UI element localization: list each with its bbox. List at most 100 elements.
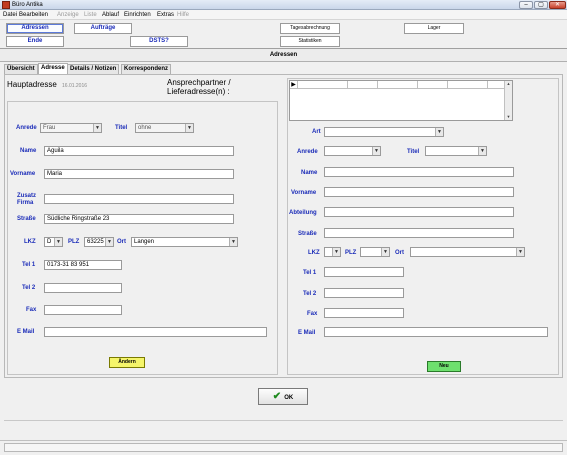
contacts-grid[interactable]: ▶ (289, 80, 513, 121)
name-field[interactable]: Aguila (44, 146, 234, 156)
plz-label-right: PLZ (345, 250, 357, 256)
ansprechpartner-title: Ansprechpartner / Lieferadresse(n) : (167, 78, 231, 96)
grid-scrollbar[interactable]: ▲ ▼ (504, 81, 512, 120)
chevron-down-icon: ▼ (54, 238, 62, 246)
lkz-select-right[interactable]: ▼ (324, 247, 341, 257)
chevron-down-icon: ▼ (93, 124, 101, 132)
fax-field-right[interactable] (324, 308, 404, 318)
scroll-up-icon[interactable]: ▲ (505, 81, 512, 87)
name-label-right: Name (301, 170, 318, 176)
menu-bearbeiten[interactable]: Bearbeiten (19, 11, 48, 19)
strasse-field[interactable]: Südliche Ringstraße 23 (44, 214, 234, 224)
grid-header-cell[interactable] (348, 81, 378, 89)
email-label: E Mail (17, 329, 35, 335)
section-header: Adressen (0, 49, 567, 62)
tel1-field[interactable]: 0173-31 83 951 (44, 260, 122, 270)
maximize-button[interactable]: ▢ (534, 1, 548, 9)
neu-button[interactable]: Neu (427, 361, 461, 372)
hauptadresse-date: 16.01.2016 (62, 83, 88, 89)
scroll-down-icon[interactable]: ▼ (505, 114, 512, 120)
lager-button[interactable]: Lager (404, 23, 464, 34)
minimize-button[interactable]: – (519, 1, 533, 9)
app-icon (2, 1, 10, 9)
vorname-label: Vorname (10, 171, 36, 177)
tab-details-notizen[interactable]: Details / Notizen (67, 64, 120, 74)
fax-label: Fax (26, 307, 37, 313)
chevron-down-icon: ▼ (372, 147, 380, 155)
chevron-down-icon: ▼ (435, 128, 443, 136)
ok-button[interactable]: ✔ OK (258, 388, 308, 405)
titel-select-right[interactable]: ▼ (425, 146, 487, 156)
chevron-down-icon: ▼ (185, 124, 193, 132)
chevron-down-icon: ▼ (516, 248, 524, 256)
tab-uebersicht[interactable]: Übersicht (4, 64, 38, 74)
ort-select[interactable]: Langen ▼ (131, 237, 238, 247)
zusatz-firma-field[interactable] (44, 194, 234, 204)
aendern-button[interactable]: Ändern (109, 357, 145, 368)
chevron-down-icon: ▼ (381, 248, 389, 256)
vorname-field[interactable]: Maria (44, 169, 234, 179)
tel2-label-right: Tel 2 (303, 291, 317, 297)
fax-field[interactable] (44, 305, 122, 315)
tel2-field-right[interactable] (324, 288, 404, 298)
lkz-label: LKZ (24, 239, 36, 245)
email-label-right: E Mail (298, 330, 316, 336)
divider (4, 420, 563, 421)
anrede-select[interactable]: Frau ▼ (40, 123, 102, 133)
grid-header-cell[interactable] (418, 81, 448, 89)
menu-extras[interactable]: Extras (157, 11, 174, 19)
vorname-field-right[interactable] (324, 187, 514, 197)
menu-liste[interactable]: Liste (84, 11, 97, 19)
ort-select-right[interactable]: ▼ (410, 247, 525, 257)
ort-value: Langen (134, 239, 155, 245)
titel-label-right: Titel (407, 149, 420, 155)
close-button[interactable]: ✕ (549, 1, 566, 9)
menu-einrichten[interactable]: Einrichten (124, 11, 151, 19)
ok-label: OK (284, 395, 294, 401)
ende-button[interactable]: Ende (6, 36, 64, 47)
tel2-field[interactable] (44, 283, 122, 293)
menu-anzeige[interactable]: Anzeige (57, 11, 79, 19)
titel-select[interactable]: ohne ▼ (135, 123, 194, 133)
plz-value: 63225 (87, 239, 104, 245)
tab-adresse[interactable]: Adresse (38, 63, 68, 74)
lkz-label-right: LKZ (308, 250, 320, 256)
statistiken-button[interactable]: Statistiken (280, 36, 340, 47)
abteilung-label: Abteilung (289, 210, 317, 216)
email-field[interactable] (44, 327, 267, 337)
tab-korrespondenz[interactable]: Korrespondenz (121, 64, 172, 74)
ansprechpartner-title-line1: Ansprechpartner / (167, 78, 231, 87)
tel1-field-right[interactable] (324, 267, 404, 277)
dsts-button[interactable]: DSTS? (130, 36, 188, 47)
name-field-right[interactable] (324, 167, 514, 177)
ort-label-right: Ort (395, 250, 404, 256)
row-marker-icon: ▶ (290, 81, 298, 89)
hauptadresse-title: Hauptadresse (7, 80, 57, 89)
adressen-button[interactable]: Adressen (6, 23, 64, 34)
grid-header-cell[interactable] (378, 81, 418, 89)
anrede-label-right: Anrede (297, 149, 318, 155)
anrede-select-right[interactable]: ▼ (324, 146, 381, 156)
grid-header-cell[interactable] (298, 81, 348, 89)
art-select[interactable]: ▼ (324, 127, 444, 137)
strasse-field-right[interactable] (324, 228, 514, 238)
menu-datei[interactable]: Datei (3, 11, 17, 19)
menu-ablauf[interactable]: Ablauf (102, 11, 119, 19)
grid-header-cell[interactable] (448, 81, 488, 89)
plz-select-right[interactable]: ▼ (360, 247, 390, 257)
chevron-down-icon: ▼ (478, 147, 486, 155)
chevron-down-icon: ▼ (332, 248, 340, 256)
firma-label: Firma (17, 200, 34, 206)
plz-select[interactable]: 63225 ▼ (84, 237, 114, 247)
grid-header-row: ▶ (290, 81, 512, 89)
tagesabrechnung-button[interactable]: Tagesabrechnung (280, 23, 340, 34)
titel-value: ohne (138, 125, 152, 131)
abteilung-field[interactable] (324, 207, 514, 217)
anrede-value: Frau (43, 125, 56, 131)
chevron-down-icon: ▼ (229, 238, 237, 246)
lkz-select[interactable]: D ▼ (44, 237, 63, 247)
email-field-right[interactable] (324, 327, 548, 337)
menu-hilfe[interactable]: Hilfe (177, 11, 189, 19)
auftraege-button[interactable]: Aufträge (74, 23, 132, 34)
plz-label: PLZ (68, 239, 80, 245)
